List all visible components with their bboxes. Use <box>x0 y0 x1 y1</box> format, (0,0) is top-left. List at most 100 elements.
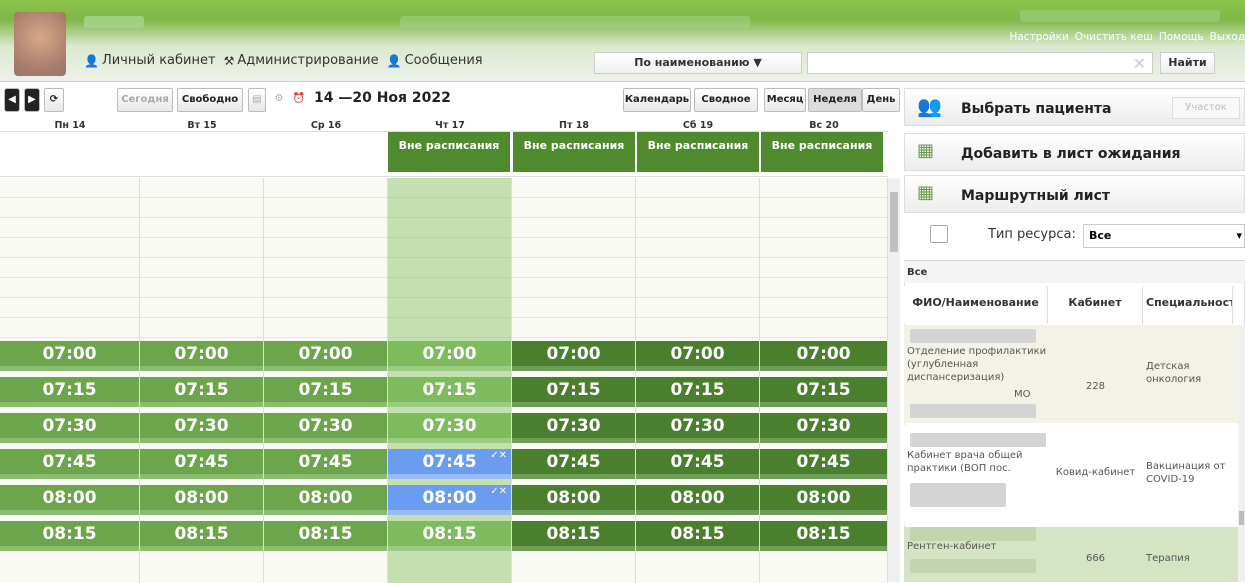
free-button[interactable]: Свободно <box>177 88 243 112</box>
time-slot[interactable]: 07:15 <box>760 377 887 407</box>
time-slot[interactable]: 08:00 <box>636 485 759 515</box>
empty-cell[interactable] <box>636 298 759 318</box>
empty-cell[interactable] <box>512 198 635 218</box>
clear-cache-link[interactable]: Очистить кеш <box>1075 31 1153 43</box>
uchastok-button[interactable]: Участок <box>1172 97 1240 119</box>
empty-cell[interactable] <box>512 258 635 278</box>
time-slot[interactable]: 08:15 <box>636 521 759 551</box>
search-input[interactable]: ✕ <box>807 52 1153 74</box>
user-avatar[interactable] <box>14 12 66 76</box>
today-button[interactable]: Сегодня <box>117 88 173 112</box>
alarm-icon[interactable]: ⏰ <box>290 88 308 112</box>
clear-search-icon[interactable]: ✕ <box>1133 54 1146 73</box>
summary-button[interactable]: Сводное <box>694 88 758 112</box>
empty-cell[interactable] <box>388 278 511 298</box>
table-row[interactable]: Отделение профилактики (углубленная дисп… <box>904 325 1238 423</box>
empty-cell[interactable] <box>388 218 511 238</box>
view-day-button[interactable]: День <box>862 88 900 112</box>
time-slot[interactable]: 08:15 <box>760 521 887 551</box>
gear-icon[interactable]: ⚙ <box>270 88 288 112</box>
time-slot[interactable]: 07:00 <box>512 341 635 371</box>
empty-cell[interactable] <box>264 178 387 198</box>
empty-cell[interactable] <box>636 278 759 298</box>
time-slot[interactable]: 08:00 ✓✕ <box>388 485 511 515</box>
empty-cell[interactable] <box>264 238 387 258</box>
empty-cell[interactable] <box>760 238 887 258</box>
empty-cell[interactable] <box>264 218 387 238</box>
time-slot[interactable]: 08:00 <box>512 485 635 515</box>
empty-cell[interactable] <box>636 258 759 278</box>
column-header[interactable]: Специальность <box>1143 286 1233 324</box>
logout-link[interactable]: Выход <box>1210 31 1245 43</box>
empty-cell[interactable] <box>140 318 263 338</box>
menu-admin[interactable]: ⚒ Администрирование <box>224 53 379 68</box>
table-row[interactable]: Рентген-кабинет 666 Терапия <box>904 527 1238 582</box>
empty-cell[interactable] <box>512 218 635 238</box>
empty-cell[interactable] <box>0 318 139 338</box>
empty-cell[interactable] <box>140 278 263 298</box>
time-slot[interactable]: 07:30 <box>264 413 387 443</box>
time-slot[interactable]: 07:00 <box>264 341 387 371</box>
table-row[interactable]: Кабинет врача общей практики (ВОП пос. К… <box>904 425 1238 525</box>
empty-cell[interactable] <box>264 258 387 278</box>
empty-cell[interactable] <box>636 178 759 198</box>
time-slot[interactable]: 07:30 <box>760 413 887 443</box>
empty-cell[interactable] <box>264 298 387 318</box>
time-slot[interactable]: 07:15 <box>140 377 263 407</box>
empty-cell[interactable] <box>760 298 887 318</box>
help-link[interactable]: Помощь <box>1159 31 1204 43</box>
choose-patient-button[interactable]: 👥 Выбрать пациента Участок <box>904 88 1245 126</box>
empty-cell[interactable] <box>388 198 511 218</box>
time-slot[interactable]: 08:00 <box>264 485 387 515</box>
time-slot[interactable]: 07:30 <box>636 413 759 443</box>
off-schedule-banner[interactable]: Вне расписания <box>761 132 883 172</box>
route-sheet-button[interactable]: ▦ Маршрутный лист <box>904 175 1245 213</box>
calendar-button[interactable]: Календарь <box>623 88 691 112</box>
time-slot[interactable]: 07:00 <box>388 341 511 371</box>
off-schedule-banner[interactable]: Вне расписания <box>637 132 759 172</box>
time-slot[interactable]: 07:30 <box>388 413 511 443</box>
empty-cell[interactable] <box>760 178 887 198</box>
time-slot[interactable]: 08:15 <box>512 521 635 551</box>
empty-cell[interactable] <box>0 218 139 238</box>
time-slot[interactable]: 08:15 <box>140 521 263 551</box>
view-week-button[interactable]: Неделя <box>808 88 862 112</box>
menu-messages[interactable]: 👤 Сообщения <box>387 53 483 68</box>
time-slot[interactable]: 07:45 <box>760 449 887 479</box>
prev-week-icon[interactable]: ◀ <box>4 88 20 112</box>
empty-cell[interactable] <box>512 238 635 258</box>
empty-cell[interactable] <box>140 298 263 318</box>
empty-cell[interactable] <box>0 258 139 278</box>
empty-cell[interactable] <box>512 278 635 298</box>
time-slot[interactable]: 07:15 <box>0 377 139 407</box>
time-slot[interactable]: 07:15 <box>388 377 511 407</box>
empty-cell[interactable] <box>140 198 263 218</box>
print-icon[interactable]: ▤ <box>248 88 266 112</box>
time-slot[interactable]: 07:00 <box>140 341 263 371</box>
empty-cell[interactable] <box>512 298 635 318</box>
empty-cell[interactable] <box>264 198 387 218</box>
refresh-icon[interactable]: ⟳ <box>44 88 64 112</box>
next-week-icon[interactable]: ▶ <box>24 88 40 112</box>
time-slot[interactable]: 07:45 <box>636 449 759 479</box>
time-slot[interactable]: 08:15 <box>264 521 387 551</box>
settings-link[interactable]: Настройки <box>1009 31 1068 43</box>
empty-cell[interactable] <box>264 278 387 298</box>
empty-cell[interactable] <box>760 278 887 298</box>
empty-cell[interactable] <box>760 218 887 238</box>
resource-type-select[interactable]: Все ▾ <box>1083 224 1245 248</box>
slot-check-icon[interactable]: ✓✕ <box>490 443 507 469</box>
schedule-scrollbar[interactable] <box>888 178 900 582</box>
empty-cell[interactable] <box>0 198 139 218</box>
empty-cell[interactable] <box>140 178 263 198</box>
time-slot[interactable]: 07:15 <box>636 377 759 407</box>
off-schedule-banner[interactable]: Вне расписания <box>388 132 510 172</box>
off-schedule-banner[interactable]: Вне расписания <box>513 132 635 172</box>
time-slot[interactable]: 08:00 <box>140 485 263 515</box>
column-header[interactable]: ФИО/Наименование <box>904 286 1048 324</box>
empty-cell[interactable] <box>388 238 511 258</box>
empty-cell[interactable] <box>636 238 759 258</box>
time-slot[interactable]: 07:30 <box>140 413 263 443</box>
empty-cell[interactable] <box>636 318 759 338</box>
scrollbar-thumb[interactable] <box>890 192 898 252</box>
